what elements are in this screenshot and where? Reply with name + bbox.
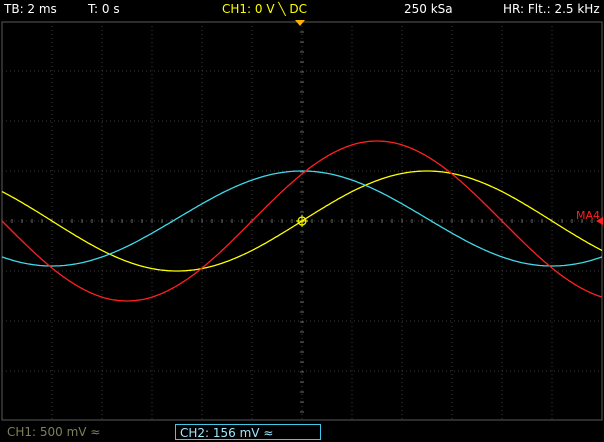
waveform-display[interactable]: MA4 — [0, 20, 604, 423]
trigger-point-icon — [296, 215, 308, 227]
trigger-time-readout[interactable]: T: 0 s — [88, 2, 120, 16]
ch1-channel-box[interactable]: CH1: 500 mV ≈ — [3, 424, 173, 440]
ch1-trigger-readout[interactable]: CH1: 0 V ╲ DC — [222, 2, 307, 16]
ch2-channel-box[interactable]: CH2: 156 mV ≈ — [175, 424, 321, 440]
math-marker-label: MA4 — [576, 209, 600, 222]
channel-bar: CH1: 500 mV ≈ CH2: 156 mV ≈ — [0, 423, 604, 442]
status-bar: TB: 2 ms T: 0 s CH1: 0 V ╲ DC 250 kSa HR… — [0, 0, 604, 20]
timebase-readout[interactable]: TB: 2 ms — [4, 2, 57, 16]
sample-rate-readout[interactable]: 250 kSa — [404, 2, 453, 16]
hr-filter-readout[interactable]: HR: Flt.: 2.5 kHz — [503, 2, 600, 16]
trigger-position-icon[interactable] — [295, 20, 305, 26]
